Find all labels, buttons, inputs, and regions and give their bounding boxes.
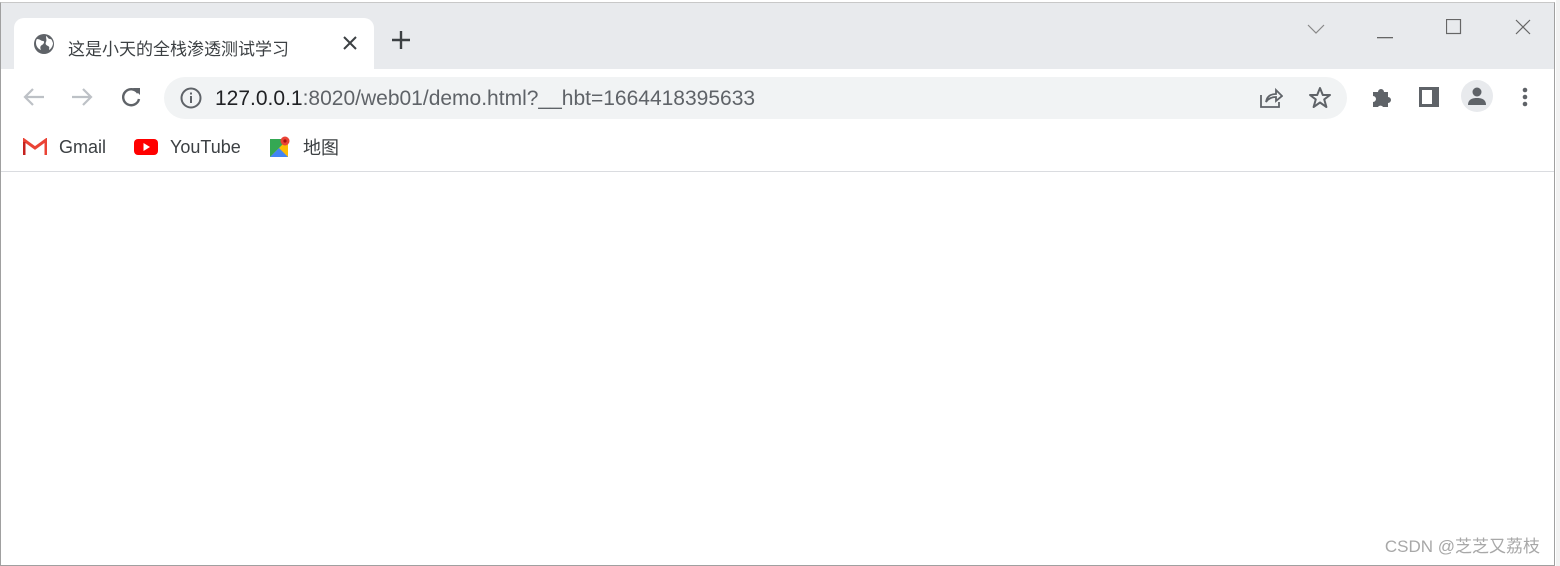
tab-close-icon[interactable] — [337, 30, 363, 56]
side-panel-icon[interactable] — [1415, 83, 1443, 111]
window-close-icon[interactable] — [1515, 19, 1531, 40]
background-window — [1556, 0, 1560, 566]
youtube-icon — [134, 139, 158, 155]
bookmark-gmail[interactable]: Gmail — [23, 134, 106, 160]
bookmarks-bar: Gmail YouTube 地图 — [1, 125, 1554, 172]
share-icon[interactable] — [1257, 84, 1285, 112]
title-bar: 这是小天的全栈渗透测试学习 — [1, 3, 1554, 69]
globe-icon — [33, 33, 55, 60]
tab-search-chevron-down-icon[interactable] — [1307, 22, 1325, 40]
bookmark-star-icon[interactable] — [1306, 84, 1334, 112]
bookmark-maps[interactable]: 地图 — [269, 134, 339, 160]
bookmark-label: 地图 — [303, 138, 339, 158]
site-info-icon[interactable] — [180, 87, 202, 114]
maximize-icon[interactable] — [1445, 18, 1462, 40]
reload-icon[interactable] — [117, 83, 145, 111]
browser-window: 这是小天的全栈渗透测试学习 127.0.0.1:8020/web01/demo.… — [0, 2, 1555, 566]
new-tab-plus-icon[interactable] — [391, 30, 411, 55]
maps-icon — [270, 136, 290, 157]
profile-avatar-icon[interactable] — [1461, 80, 1493, 112]
extensions-puzzle-icon[interactable] — [1367, 83, 1395, 111]
url-text[interactable]: 127.0.0.1:8020/web01/demo.html?__hbt=166… — [215, 87, 755, 111]
menu-kebab-icon[interactable] — [1511, 83, 1539, 111]
gmail-icon — [23, 138, 47, 155]
minimize-icon[interactable] — [1377, 26, 1395, 44]
back-arrow-icon[interactable] — [20, 83, 48, 111]
tab-title: 这是小天的全栈渗透测试学习 — [68, 40, 289, 59]
forward-arrow-icon[interactable] — [68, 83, 96, 111]
bookmark-label: YouTube — [170, 136, 241, 157]
tab-active[interactable]: 这是小天的全栈渗透测试学习 — [14, 18, 374, 69]
url-path: :8020/web01/demo.html?__hbt=166441839563… — [302, 87, 756, 110]
bookmark-youtube[interactable]: YouTube — [134, 134, 241, 160]
csdn-watermark: CSDN @芝芝又荔枝 — [1384, 537, 1540, 556]
bookmark-label: Gmail — [59, 136, 107, 157]
url-host: 127.0.0.1 — [215, 87, 303, 110]
toolbar: 127.0.0.1:8020/web01/demo.html?__hbt=166… — [1, 69, 1554, 125]
address-bar[interactable]: 127.0.0.1:8020/web01/demo.html?__hbt=166… — [164, 77, 1347, 119]
